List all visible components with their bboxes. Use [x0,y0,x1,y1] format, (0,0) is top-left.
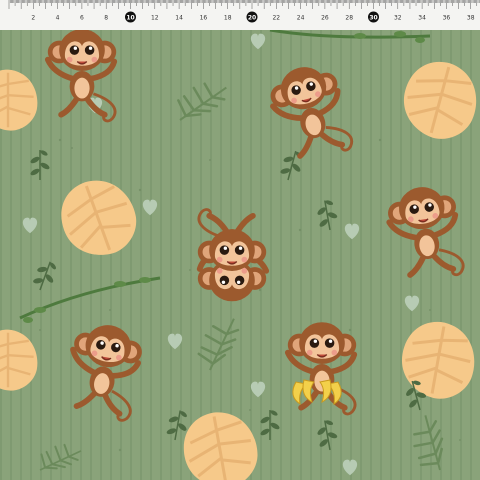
ruler-label: 34 [418,15,426,22]
ruler-label: 10 [126,15,134,22]
ruler-label: 22 [272,15,280,22]
ruler-label: 20 [248,15,256,22]
ruler-label: 12 [151,15,159,22]
monkey-pattern [0,30,480,480]
ruler-label: 28 [345,15,353,22]
ruler-label: 18 [224,15,232,22]
ruler-scale: 246810121416182022242628303234363840 [8,0,480,23]
ruler-label: 30 [369,15,377,22]
fabric-print [0,30,480,480]
ruler-label: 4 [56,15,60,22]
ruler-label: 16 [200,15,208,22]
measuring-ruler: 246810121416182022242628303234363840 [0,0,480,30]
ruler-label: 32 [394,15,402,22]
ruler-label: 8 [104,15,108,22]
ruler-label: 26 [321,15,329,22]
ruler-label: 38 [467,15,475,22]
ruler-label: 2 [31,15,35,22]
ruler-label: 36 [443,15,451,22]
ruler-label: 14 [175,15,183,22]
ruler-label: 24 [297,15,305,22]
ruler-label: 6 [80,15,84,22]
